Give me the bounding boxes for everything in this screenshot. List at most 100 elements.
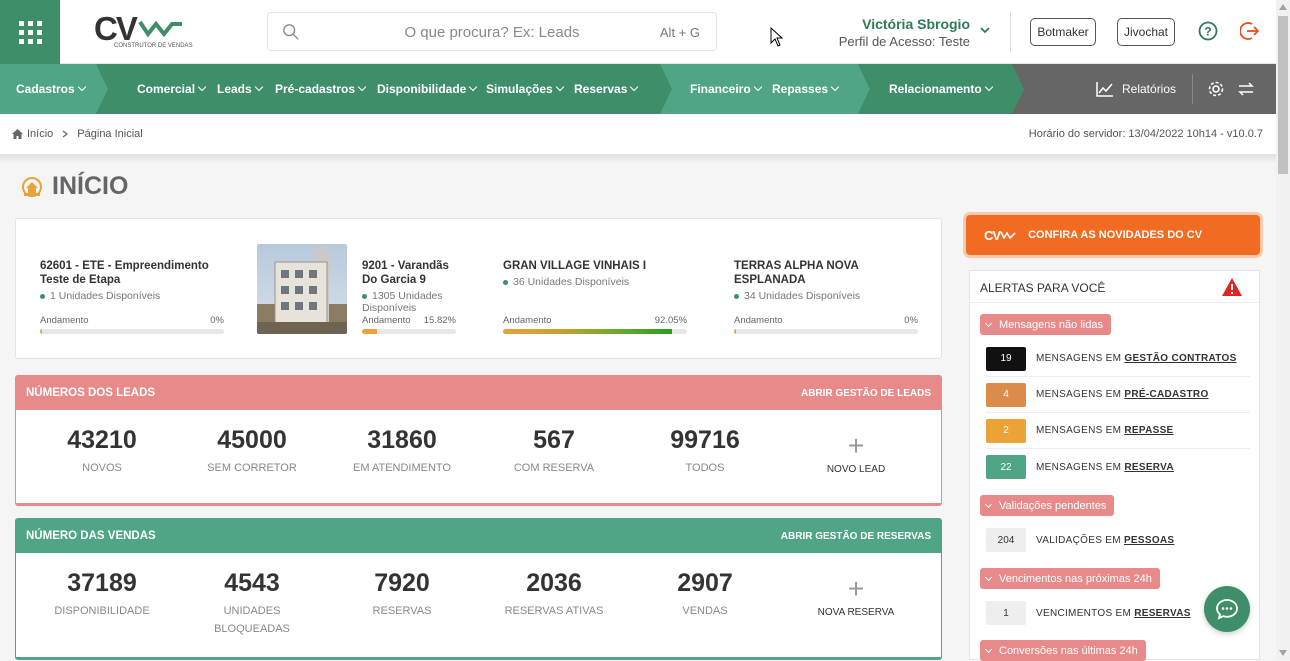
empreendimento-card[interactable]: TERRAS ALPHA NOVA ESPLANADA 34 Unidades … [734,259,918,349]
leads-card-title: NÚMEROS DOS LEADS [26,387,156,399]
nav-relacionamento[interactable]: Relacionamento [889,64,993,114]
empreendimento-card[interactable]: 9201 - Varandãs Do Garcia 9 1305 Unidade… [362,259,456,349]
chart-line-icon [1096,82,1113,97]
nav-disponibilidade[interactable]: Disponibilidade [377,64,478,114]
warning-icon [1222,278,1242,296]
empreendimento-card[interactable]: GRAN VILLAGE VINHAIS I 36 Unidades Dispo… [503,259,687,349]
nav-leads[interactable]: Leads [217,64,263,114]
divider [1010,12,1011,52]
alert-row[interactable]: 22 MENSAGENS EM RESERVA [986,449,1250,485]
scrollbar[interactable] [1276,0,1290,660]
lead-stat[interactable]: 45000 SEM CORRETOR [192,426,312,477]
apps-grid-button[interactable] [0,0,60,64]
cv-logo[interactable]: CV CONSTRUTOR DE VENDAS [94,10,193,54]
nav-comercial[interactable]: Comercial [137,64,207,114]
open-leads-link[interactable]: ABRIR GESTÃO DE LEADS [801,388,931,399]
logo-wave-icon [138,20,182,38]
lead-stat[interactable]: 99716 TODOS [645,426,765,477]
main-nav: Cadastros Comercial Leads Pré-cadastros … [0,64,1276,114]
home-icon [12,129,23,139]
gear-icon[interactable] [1207,80,1225,98]
progress-label: Andamento [362,315,411,326]
progress-label: Andamento [503,315,552,326]
swap-icon[interactable] [1237,81,1255,97]
user-profile: Perfil de Acesso: Teste [838,34,970,49]
progress-bar [362,329,456,334]
leads-card-header: NÚMEROS DOS LEADS ABRIR GESTÃO DE LEADS [16,376,941,410]
logo-wave-icon [1000,231,1016,239]
nav-simulacoes[interactable]: Simulações [486,64,564,114]
page-title: INÍCIO [20,172,128,201]
nav-financeiro[interactable]: Financeiro [690,64,762,114]
nav-repasses[interactable]: Repasses [772,64,840,114]
sales-stat[interactable]: 37189 DISPONIBILIDADE [42,569,162,620]
sales-stat[interactable]: 4543 UNIDADES BLOQUEADAS [192,569,312,638]
novidades-label: CONFIRA AS NOVIDADES DO CV [1028,229,1203,241]
alert-count-badge: 2 [986,418,1026,443]
alert-group-toggle[interactable]: Conversões nas últimas 24h [980,640,1146,661]
progress-bar [734,329,918,334]
nav-relatorios[interactable]: Relatórios [1096,64,1176,114]
alert-row[interactable]: 4 MENSAGENS EM PRÉ-CADASTRO [986,377,1250,413]
alert-group-toggle[interactable]: Mensagens não lidas [980,314,1111,335]
progress-bar [503,329,687,334]
nav-cadastros[interactable]: Cadastros [16,64,86,114]
sales-stat[interactable]: 2907 VENDAS [645,569,765,620]
alert-group-toggle[interactable]: Validações pendentes [980,495,1115,516]
mouse-cursor-icon [770,27,784,47]
chat-button[interactable] [1204,586,1250,632]
breadcrumb-current: Página Inicial [77,128,143,140]
server-time: Horário do servidor: 13/04/2022 10h14 - … [1028,128,1263,140]
lead-stat[interactable]: 567 COM RESERVA [494,426,614,477]
divider [1192,74,1193,104]
sales-card-header: NÚMERO DAS VENDAS ABRIR GESTÃO DE RESERV… [16,519,941,553]
empreendimento-title: 9201 - Varandãs Do Garcia 9 [362,260,449,286]
leads-card: NÚMEROS DOS LEADS ABRIR GESTÃO DE LEADS … [15,375,942,506]
alert-row[interactable]: 2 MENSAGENS EM REPASSE [986,413,1250,449]
novidades-button[interactable]: CV CONFIRA AS NOVIDADES DO CV [966,215,1260,255]
empreendimento-units: 36 Unidades Disponíveis [503,276,687,288]
help-icon[interactable]: ? [1198,21,1218,41]
sales-card-title: NÚMERO DAS VENDAS [26,530,156,542]
sales-stat[interactable]: 7920 RESERVAS [342,569,462,620]
breadcrumb: Início Página Inicial Horário do servido… [0,114,1276,154]
scroll-down-icon[interactable] [1279,650,1287,656]
search-bar[interactable]: O que procura? Ex: Leads Alt + G [267,12,717,51]
logout-icon[interactable] [1240,21,1260,41]
home-building-icon [22,176,42,197]
nav-right-section: Relatórios [1082,64,1276,114]
scroll-up-icon[interactable] [1279,4,1287,10]
alert-count-badge: 22 [986,455,1026,479]
new-reserva-button[interactable]: + NOVA RESERVA [796,575,916,619]
chevron-right-icon [62,130,69,138]
page-title-text: INÍCIO [52,172,129,200]
progress-percent: 92.05% [654,315,687,326]
empreendimento-title: 62601 - ETE - Empreendimento Teste de Et… [40,260,209,286]
grid-icon [18,20,42,44]
progress-percent: 15.82% [423,315,456,326]
alert-row[interactable]: 204 VALIDAÇÕES EM PESSOAS [986,522,1250,558]
botmaker-button[interactable]: Botmaker [1030,18,1096,46]
logo-tagline: CONSTRUTOR DE VENDAS [114,43,193,49]
user-menu[interactable]: Victória Sbrogio Perfil de Acesso: Teste [820,16,970,49]
nav-pre-cadastros[interactable]: Pré-cadastros [275,64,367,114]
alert-count-badge: 204 [986,528,1026,552]
empreendimento-units: 1 Unidades Disponíveis [40,290,224,302]
chevron-down-icon[interactable] [980,26,990,34]
lead-stat[interactable]: 43210 NOVOS [42,426,162,477]
alert-row[interactable]: 19 MENSAGENS EM GESTÃO CONTRATOS [986,341,1250,377]
divider [970,302,1259,303]
open-reservas-link[interactable]: ABRIR GESTÃO DE RESERVAS [781,531,931,542]
user-name: Victória Sbrogio [862,16,970,32]
nav-reservas[interactable]: Reservas [574,64,639,114]
jivochat-button[interactable]: Jivochat [1117,18,1175,46]
empreendimento-card[interactable]: 62601 - ETE - Empreendimento Teste de Et… [40,259,224,349]
scrollbar-thumb[interactable] [1278,16,1288,174]
empreendimento-title: GRAN VILLAGE VINHAIS I [503,260,647,272]
new-lead-button[interactable]: + NOVO LEAD [796,432,916,476]
alert-group-toggle[interactable]: Vencimentos nas próximas 24h [980,568,1160,589]
empreendimento-photo[interactable] [257,244,347,334]
lead-stat[interactable]: 31860 EM ATENDIMENTO [342,426,462,477]
sales-stat[interactable]: 2036 RESERVAS ATIVAS [494,569,614,620]
breadcrumb-home[interactable]: Início [27,128,53,140]
